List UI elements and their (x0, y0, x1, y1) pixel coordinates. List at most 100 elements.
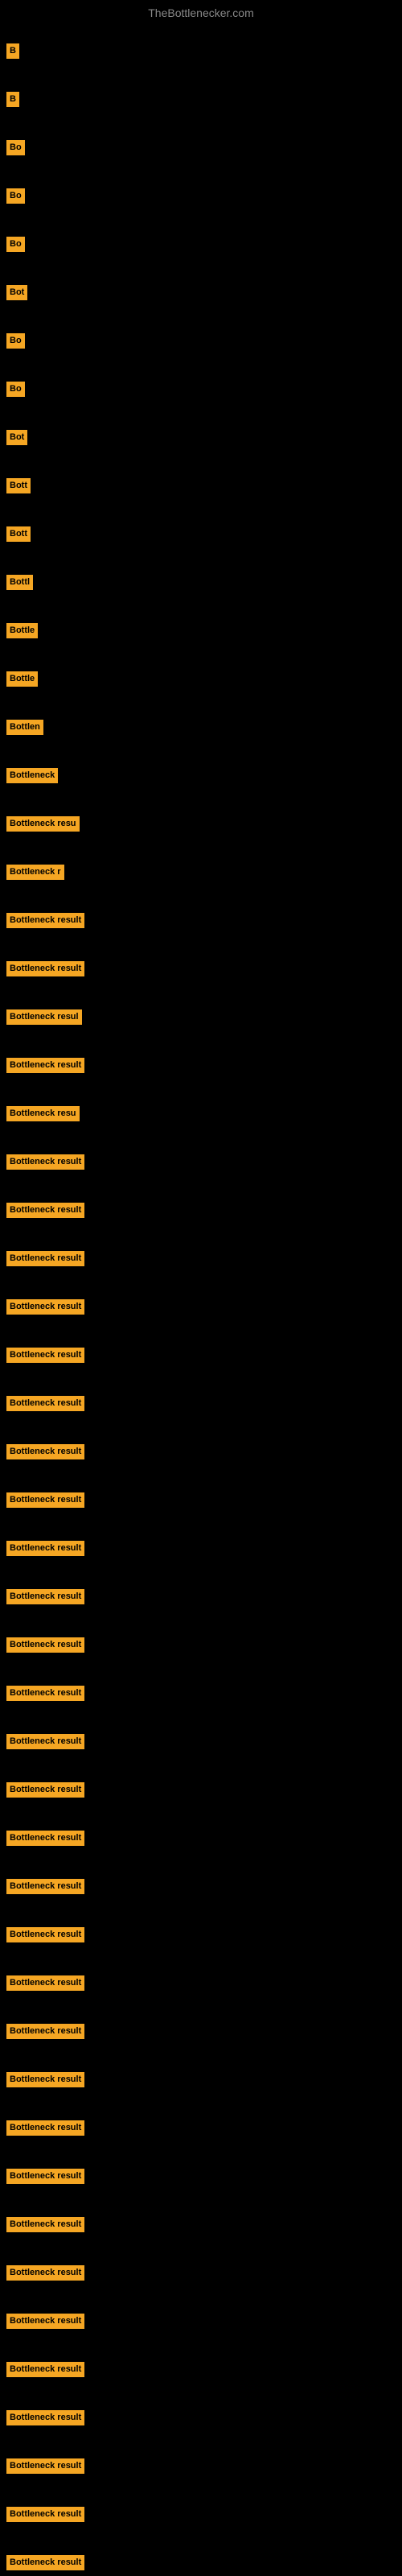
list-item: Bottleneck result (0, 2019, 402, 2044)
list-item: Bottle (0, 667, 402, 691)
result-badge: Bottleneck result (6, 2314, 84, 2329)
list-item: B (0, 87, 402, 112)
list-item: B (0, 39, 402, 64)
result-badge: Bottleneck result (6, 2169, 84, 2184)
result-badge: Bottle (6, 623, 38, 638)
result-badge: Bottleneck result (6, 2217, 84, 2232)
result-badge: Bo (6, 237, 25, 252)
result-badge: Bottleneck result (6, 1589, 84, 1604)
list-item: Bottleneck result (0, 2405, 402, 2430)
list-item: Bottl (0, 570, 402, 595)
result-badge: Bottleneck result (6, 1541, 84, 1556)
result-badge: Bo (6, 140, 25, 155)
list-item: Bott (0, 473, 402, 498)
list-item: Bottleneck result (0, 1777, 402, 1802)
result-badge: Bottleneck result (6, 2555, 84, 2570)
result-badge: Bottl (6, 575, 33, 590)
list-item: Bo (0, 377, 402, 402)
result-badge: Bottleneck result (6, 2024, 84, 2039)
result-badge: Bottleneck (6, 768, 58, 783)
list-item: Bottleneck result (0, 1053, 402, 1078)
list-item: Bottleneck result (0, 1343, 402, 1368)
result-badge: Bottleneck result (6, 1154, 84, 1170)
result-badge: Bottleneck result (6, 1879, 84, 1894)
result-badge: Bot (6, 430, 27, 445)
result-badge: Bottleneck result (6, 2072, 84, 2087)
list-item: Bottleneck result (0, 2357, 402, 2382)
list-item: Bottleneck result (0, 1536, 402, 1561)
list-item: Bottleneck result (0, 1198, 402, 1223)
list-item: Bottleneck result (0, 956, 402, 981)
list-item: Bottleneck resul (0, 1005, 402, 1030)
list-item: Bottleneck result (0, 1584, 402, 1609)
list-item: Bottleneck result (0, 1633, 402, 1657)
list-item: Bo (0, 184, 402, 208)
list-item: Bottlen (0, 715, 402, 740)
result-badge: Bottleneck result (6, 1203, 84, 1218)
result-badge: Bottleneck result (6, 1782, 84, 1798)
result-badge: Bottleneck result (6, 1637, 84, 1653)
result-badge: Bottleneck result (6, 961, 84, 976)
list-item: Bottleneck result (0, 1391, 402, 1416)
result-badge: Bot (6, 285, 27, 300)
result-badge: Bo (6, 333, 25, 349)
result-badge: Bottle (6, 671, 38, 687)
list-item: Bottleneck result (0, 1681, 402, 1706)
result-badge: Bottleneck result (6, 2507, 84, 2522)
list-item: Bottleneck result (0, 2309, 402, 2334)
list-item: Bottleneck r (0, 860, 402, 885)
site-title: TheBottlenecker.com (0, 0, 402, 23)
list-item: Bottleneck result (0, 1729, 402, 1754)
result-badge: Bott (6, 478, 31, 493)
list-item: Bottleneck result (0, 1971, 402, 1996)
list-item: Bottle (0, 618, 402, 643)
list-item: Bottleneck result (0, 1874, 402, 1899)
list-item: Bo (0, 328, 402, 353)
list-item: Bottleneck result (0, 2116, 402, 2140)
result-badge: Bottleneck resu (6, 816, 80, 832)
list-item: Bottleneck result (0, 1150, 402, 1174)
result-badge: Bottleneck result (6, 1927, 84, 1942)
result-badge: Bott (6, 526, 31, 542)
list-item: Bo (0, 135, 402, 160)
result-badge: B (6, 92, 19, 107)
list-item: Bottleneck result (0, 2212, 402, 2237)
result-badge: Bottleneck result (6, 1251, 84, 1266)
list-item: Bottleneck result (0, 1246, 402, 1271)
list-item: Bottleneck result (0, 1488, 402, 1513)
list-item: Bottleneck result (0, 2260, 402, 2285)
result-badge: Bottleneck result (6, 1299, 84, 1315)
result-badge: Bottleneck result (6, 1975, 84, 1991)
list-item: Bottleneck result (0, 2502, 402, 2527)
result-badge: Bottleneck r (6, 865, 64, 880)
result-badge: Bottleneck result (6, 1686, 84, 1701)
result-badge: Bottleneck result (6, 2410, 84, 2425)
result-badge: B (6, 43, 19, 59)
list-item: Bottleneck result (0, 1922, 402, 1947)
list-item: Bottleneck resu (0, 811, 402, 836)
result-badge: Bottleneck result (6, 1734, 84, 1749)
result-badge: Bottleneck result (6, 1058, 84, 1073)
list-item: Bottleneck result (0, 1439, 402, 1464)
result-badge: Bottlen (6, 720, 43, 735)
list-item: Bottleneck result (0, 2067, 402, 2092)
result-badge: Bottleneck resu (6, 1106, 80, 1121)
result-badge: Bottleneck result (6, 2458, 84, 2474)
result-badge: Bo (6, 382, 25, 397)
list-item: Bot (0, 280, 402, 305)
result-badge: Bottleneck result (6, 1348, 84, 1363)
list-item: Bottleneck result (0, 1826, 402, 1851)
result-badge: Bottleneck result (6, 2120, 84, 2136)
result-badge: Bottleneck result (6, 2265, 84, 2281)
result-badge: Bo (6, 188, 25, 204)
result-badge: Bottleneck result (6, 1444, 84, 1459)
list-item: Bottleneck (0, 763, 402, 788)
result-badge: Bottleneck result (6, 1831, 84, 1846)
result-badge: Bottleneck result (6, 2362, 84, 2377)
list-item: Bo (0, 232, 402, 257)
list-item: Bottleneck resu (0, 1101, 402, 1126)
list-item: Bottleneck result (0, 2164, 402, 2189)
result-badge: Bottleneck resul (6, 1009, 82, 1025)
list-item: Bottleneck result (0, 2454, 402, 2479)
list-item: Bottleneck result (0, 1294, 402, 1319)
